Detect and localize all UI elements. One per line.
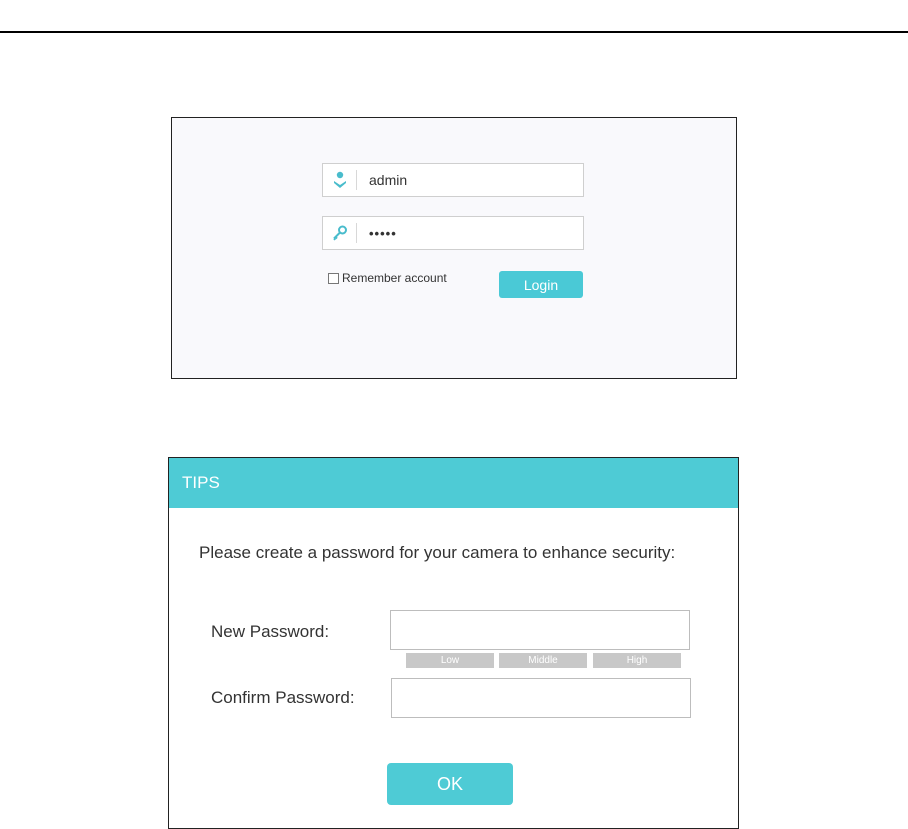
key-icon bbox=[323, 223, 357, 243]
tips-dialog: TIPS Please create a password for your c… bbox=[168, 457, 739, 829]
tips-title: TIPS bbox=[182, 473, 220, 492]
username-field[interactable]: admin bbox=[322, 163, 584, 197]
confirm-password-input[interactable] bbox=[391, 678, 691, 718]
strength-low: Low bbox=[406, 653, 494, 668]
username-value: admin bbox=[369, 172, 408, 188]
user-icon bbox=[323, 170, 357, 190]
confirm-password-label: Confirm Password: bbox=[211, 688, 355, 707]
remember-account[interactable]: Remember account bbox=[328, 271, 447, 285]
password-value: ••••• bbox=[369, 225, 397, 241]
new-password-label: New Password: bbox=[211, 622, 330, 641]
tips-message: Please create a password for your camera… bbox=[199, 543, 676, 562]
tips-header: TIPS bbox=[169, 458, 738, 508]
ok-button[interactable]: OK bbox=[387, 763, 513, 805]
remember-label: Remember account bbox=[342, 271, 447, 285]
strength-middle: Middle bbox=[499, 653, 587, 668]
new-password-input[interactable] bbox=[390, 610, 690, 650]
password-field[interactable]: ••••• bbox=[322, 216, 584, 250]
strength-high: High bbox=[593, 653, 681, 668]
top-divider bbox=[0, 31, 908, 33]
login-button[interactable]: Login bbox=[499, 271, 583, 298]
remember-checkbox[interactable] bbox=[328, 272, 339, 284]
login-panel: admin ••••• Remember account Login bbox=[171, 117, 737, 379]
